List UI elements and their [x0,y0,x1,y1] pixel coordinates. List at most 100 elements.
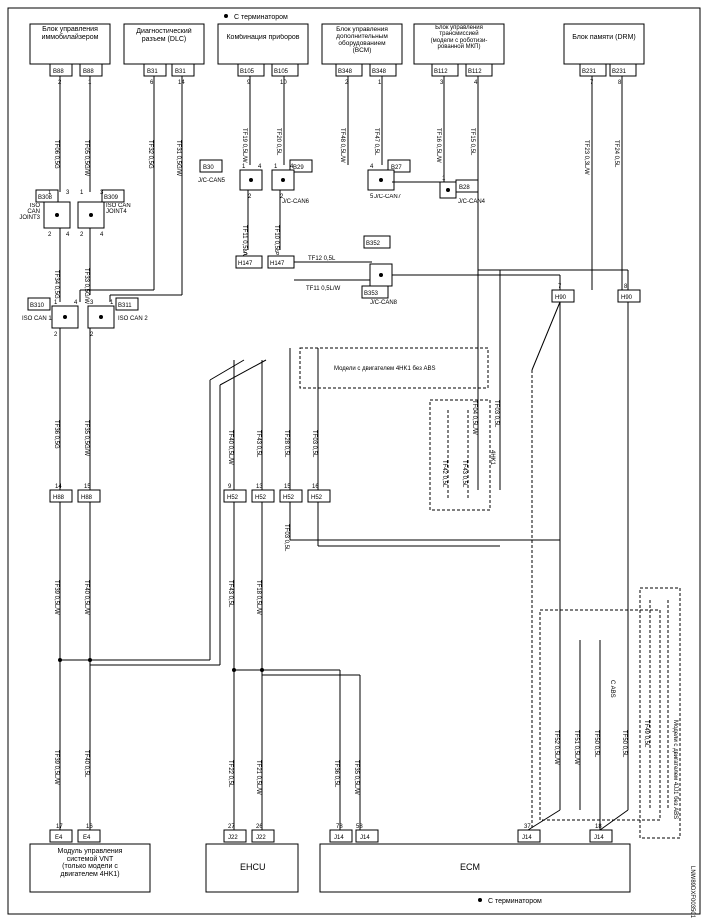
svg-text:TF52 0,5L/W: TF52 0,5L/W [553,730,559,765]
jc-can5: J/C-CAN5 [198,178,226,184]
svg-text:78: 78 [336,824,343,830]
svg-text:C ABS: C ABS [609,680,615,698]
svg-text:TF42 0,5L: TF42 0,5L [441,460,447,488]
svg-text:TF28 0,5L: TF28 0,5L [283,430,289,458]
svg-text:B31: B31 [175,69,186,75]
svg-text:H52: H52 [227,495,239,501]
svg-text:Модели с двигателем 4HK1 без A: Модели с двигателем 4HK1 без ABS [334,366,436,372]
svg-text:ISO CAN 2: ISO CAN 2 [118,316,148,322]
svg-text:TF23 0,3L/W: TF23 0,3L/W [583,140,589,175]
svg-text:14: 14 [55,484,62,490]
svg-text:TF31 0,5G/W: TF31 0,5G/W [175,140,181,176]
svg-text:J22: J22 [256,835,266,841]
svg-text:J14: J14 [594,835,604,841]
svg-text:J/C-CAN6: J/C-CAN6 [282,199,310,205]
svg-text:B88: B88 [83,69,94,75]
svg-text:TF39 0,5L/W: TF39 0,5L/W [53,750,59,785]
svg-text:TF20 0,5L: TF20 0,5L [275,128,281,156]
svg-text:B311: B311 [118,303,132,309]
svg-text:TF49 0,5L: TF49 0,5L [643,720,649,748]
svg-text:TF10 0,5L: TF10 0,5L [273,225,279,253]
svg-text:TF03 0,5L: TF03 0,5L [493,400,499,428]
svg-text:TF15 0,5L: TF15 0,5L [469,128,475,156]
svg-text:TF35 0,5L/W: TF35 0,5L/W [353,760,359,795]
svg-text:J14: J14 [522,835,532,841]
svg-text:B29: B29 [293,165,304,171]
svg-text:H88: H88 [53,495,65,501]
svg-text:B231: B231 [582,69,597,75]
svg-text:TF06 0,5G: TF06 0,5G [53,140,59,169]
svg-text:26: 26 [256,824,263,830]
svg-text:E4: E4 [55,835,63,841]
svg-text:ECM: ECM [460,862,480,872]
svg-text:TF39 0,5L/W: TF39 0,5L/W [53,580,59,615]
svg-text:H88: H88 [81,495,93,501]
svg-text:TF40 0,5L/W: TF40 0,5L/W [227,430,233,465]
joint3-label: ISO CANJOINT3 [16,203,40,221]
svg-text:B348: B348 [372,69,387,75]
svg-text:TF32 0,5G: TF32 0,5G [147,140,153,169]
svg-text:TF03 0,5L: TF03 0,5L [311,430,317,458]
svg-text:B353: B353 [364,291,379,297]
svg-text:B231: B231 [612,69,627,75]
svg-text:B31: B31 [147,69,158,75]
svg-text:TF50 0,5L: TF50 0,5L [621,730,627,758]
svg-text:TF36 0,5L: TF36 0,5L [333,760,339,788]
svg-text:17: 17 [56,824,63,830]
svg-text:B112: B112 [434,69,448,75]
svg-text:H90: H90 [621,295,633,301]
svg-text:TF04 0,5L/W: TF04 0,5L/W [471,400,477,435]
svg-text:TF40 0,5L/W: TF40 0,5L/W [83,580,89,615]
svg-text:TF03 0,5L: TF03 0,5L [283,524,289,552]
svg-text:TF33 0,5G/W: TF33 0,5G/W [83,268,89,304]
svg-text:B105: B105 [274,69,289,75]
svg-text:B112: B112 [468,69,482,75]
svg-text:TF16 0,5L/W: TF16 0,5L/W [435,128,441,163]
svg-text:TF19 0,5L/W: TF19 0,5L/W [241,128,247,163]
svg-text:TF34 0,5G: TF34 0,5G [53,270,59,299]
doc-id: LNW89DXF003501 [689,866,695,919]
svg-text:B28: B28 [459,185,470,191]
svg-text:TF12 0,5L: TF12 0,5L [308,256,336,262]
svg-text:Модели с двигателем 4JJ1 без A: Модели с двигателем 4JJ1 без ABS [672,720,678,819]
svg-text:TF21 0,5L/W: TF21 0,5L/W [255,760,261,795]
svg-text:TF05 0,5G/W: TF05 0,5G/W [83,140,89,176]
svg-text:TF48 0,5L/W: TF48 0,5L/W [339,128,345,163]
svg-text:TF40 0,5L: TF40 0,5L [83,750,89,778]
svg-text:TF51 0,5L/W: TF51 0,5L/W [573,730,579,765]
svg-text:TF43 0,5L: TF43 0,5L [255,430,261,458]
svg-text:H147: H147 [270,261,285,267]
svg-text:B310: B310 [30,303,45,309]
svg-text:B105: B105 [240,69,255,75]
svg-text:58: 58 [356,824,363,830]
svg-text:TF50 0,5L: TF50 0,5L [593,730,599,758]
svg-text:B309: B309 [104,195,119,201]
svg-text:4HK1: 4HK1 [489,450,495,466]
svg-text:TF24 0,5L: TF24 0,5L [613,140,619,168]
svg-text:H52: H52 [255,495,267,501]
svg-text:TF47 0,5L: TF47 0,5L [373,128,379,156]
svg-text:TF18 0,5L/W: TF18 0,5L/W [255,580,261,615]
svg-text:TF35 0,5G/W: TF35 0,5G/W [83,420,89,456]
svg-text:TF43 0,5L: TF43 0,5L [227,580,233,608]
svg-text:TF36 0,5G: TF36 0,5G [53,420,59,449]
svg-text:TF11 0,5L/W: TF11 0,5L/W [306,286,341,292]
svg-text:TF43 0,5L: TF43 0,5L [461,460,467,488]
isocan1: ISO CAN 1 [22,316,52,322]
svg-text:J14: J14 [334,835,344,841]
svg-text:H147: H147 [238,261,253,267]
svg-text:E4: E4 [83,835,91,841]
svg-text:B88: B88 [53,69,64,75]
svg-text:TF22 0,5L: TF22 0,5L [227,760,233,788]
svg-text:B352: B352 [366,241,381,247]
terminator-top: С терминатором [234,14,288,21]
svg-text:H90: H90 [555,295,567,301]
svg-text:27: 27 [228,824,235,830]
svg-text:H52: H52 [311,495,323,501]
svg-text:15: 15 [84,484,91,490]
svg-text:J/C-CAN8: J/C-CAN8 [370,300,398,306]
svg-text:B30: B30 [203,165,214,171]
svg-text:J14: J14 [360,835,370,841]
terminator-bottom: С терминатором [488,898,542,905]
svg-text:H52: H52 [283,495,295,501]
